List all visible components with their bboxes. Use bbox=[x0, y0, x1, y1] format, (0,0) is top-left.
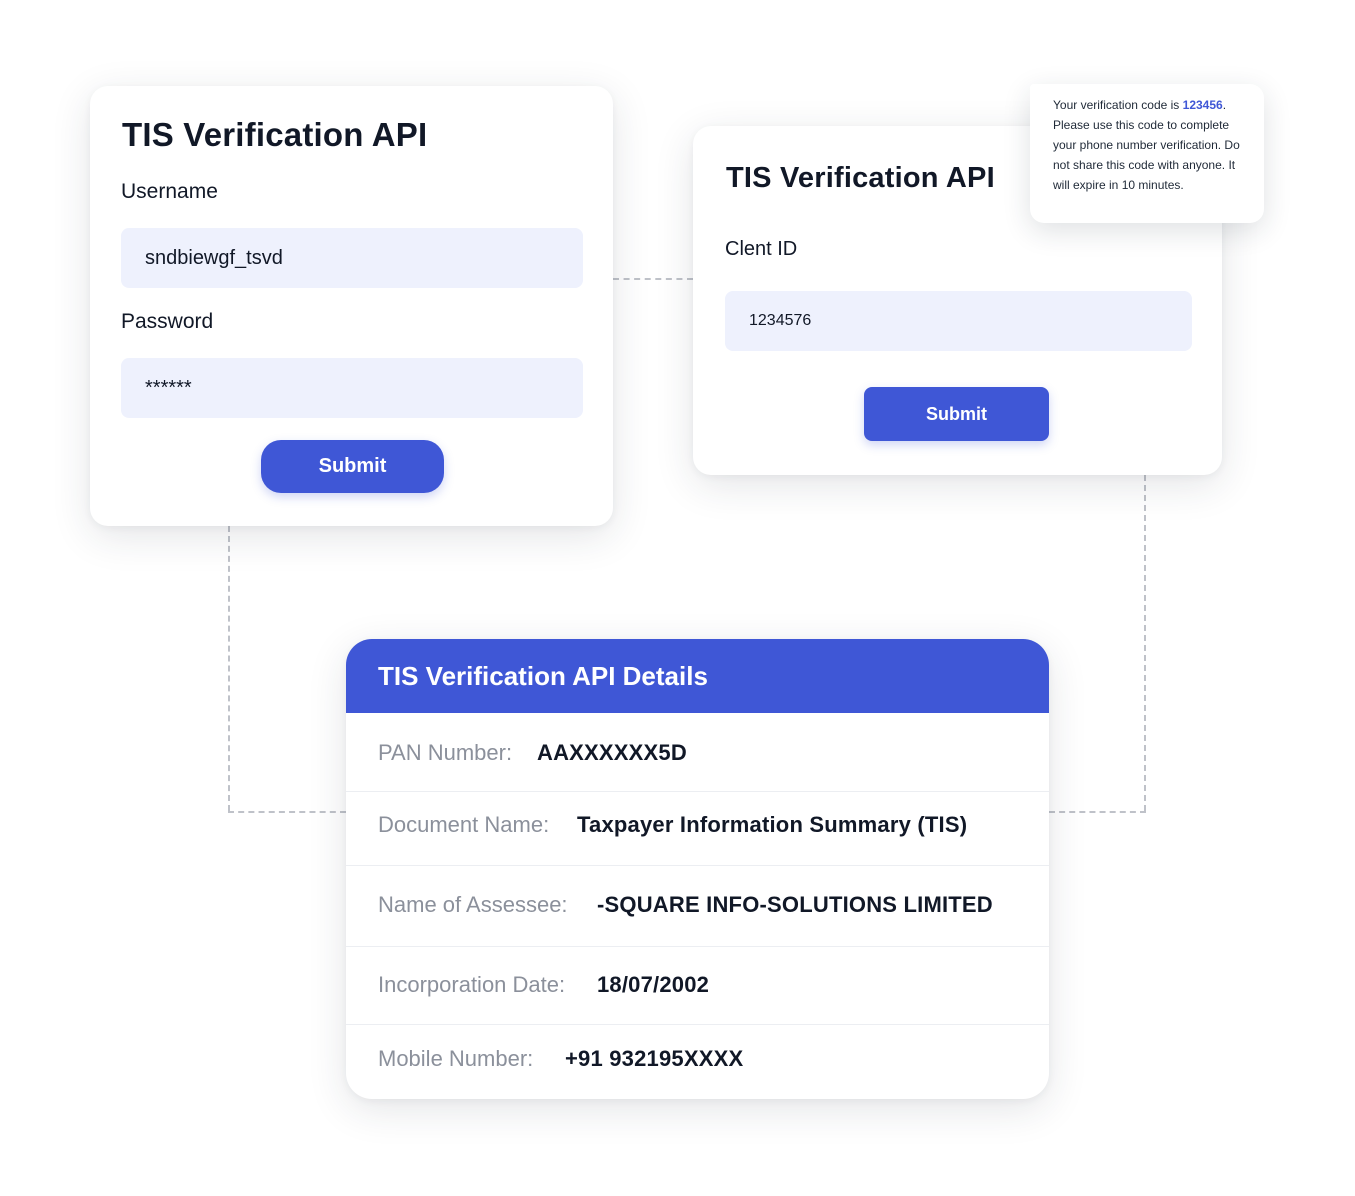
details-header: TIS Verification API Details bbox=[346, 639, 1049, 713]
client-id-label: Clent ID bbox=[725, 238, 798, 260]
detail-label: PAN Number: bbox=[378, 740, 513, 765]
connector-login-to-details bbox=[228, 811, 346, 813]
client-id-input[interactable] bbox=[725, 291, 1192, 351]
row-divider bbox=[346, 791, 1049, 792]
connector-client-to-details bbox=[1049, 811, 1146, 813]
login-card: TIS Verification API Username Password S… bbox=[90, 86, 613, 526]
username-input[interactable] bbox=[121, 228, 583, 288]
row-divider bbox=[346, 1024, 1049, 1025]
detail-value: +91 932195XXXX bbox=[565, 1046, 744, 1071]
detail-label: Name of Assessee: bbox=[378, 892, 568, 917]
detail-label: Incorporation Date: bbox=[378, 972, 566, 997]
row-divider bbox=[346, 946, 1049, 947]
verification-code: 123456 bbox=[1182, 98, 1223, 112]
connector-client-down bbox=[1144, 475, 1146, 811]
sms-text-suffix: . Please use this code to complete your … bbox=[1053, 98, 1240, 192]
details-title: TIS Verification API Details bbox=[378, 661, 708, 691]
detail-value: AAXXXXXX5D bbox=[537, 740, 687, 765]
detail-label: Document Name: bbox=[378, 812, 550, 837]
row-divider bbox=[346, 865, 1049, 866]
client-submit-button[interactable]: Submit bbox=[864, 387, 1049, 441]
password-input[interactable] bbox=[121, 358, 583, 418]
detail-value: Taxpayer Information Summary (TIS) bbox=[577, 812, 968, 837]
login-submit-button[interactable]: Submit bbox=[261, 440, 444, 493]
connector-login-down bbox=[228, 526, 230, 811]
connector-login-to-client bbox=[613, 278, 693, 280]
login-card-title: TIS Verification API bbox=[122, 116, 428, 153]
details-card: TIS Verification API Details PAN Number:… bbox=[346, 639, 1049, 1099]
sms-notification: Your verification code is 123456. Please… bbox=[1030, 84, 1264, 223]
detail-label: Mobile Number: bbox=[378, 1046, 534, 1071]
password-label: Password bbox=[121, 310, 214, 333]
detail-value: 18/07/2002 bbox=[597, 972, 710, 997]
client-card-title: TIS Verification API bbox=[726, 162, 995, 194]
sms-text-prefix: Your verification code is bbox=[1053, 98, 1183, 112]
detail-value: -SQUARE INFO-SOLUTIONS LIMITED bbox=[597, 892, 993, 917]
username-label: Username bbox=[121, 180, 218, 203]
